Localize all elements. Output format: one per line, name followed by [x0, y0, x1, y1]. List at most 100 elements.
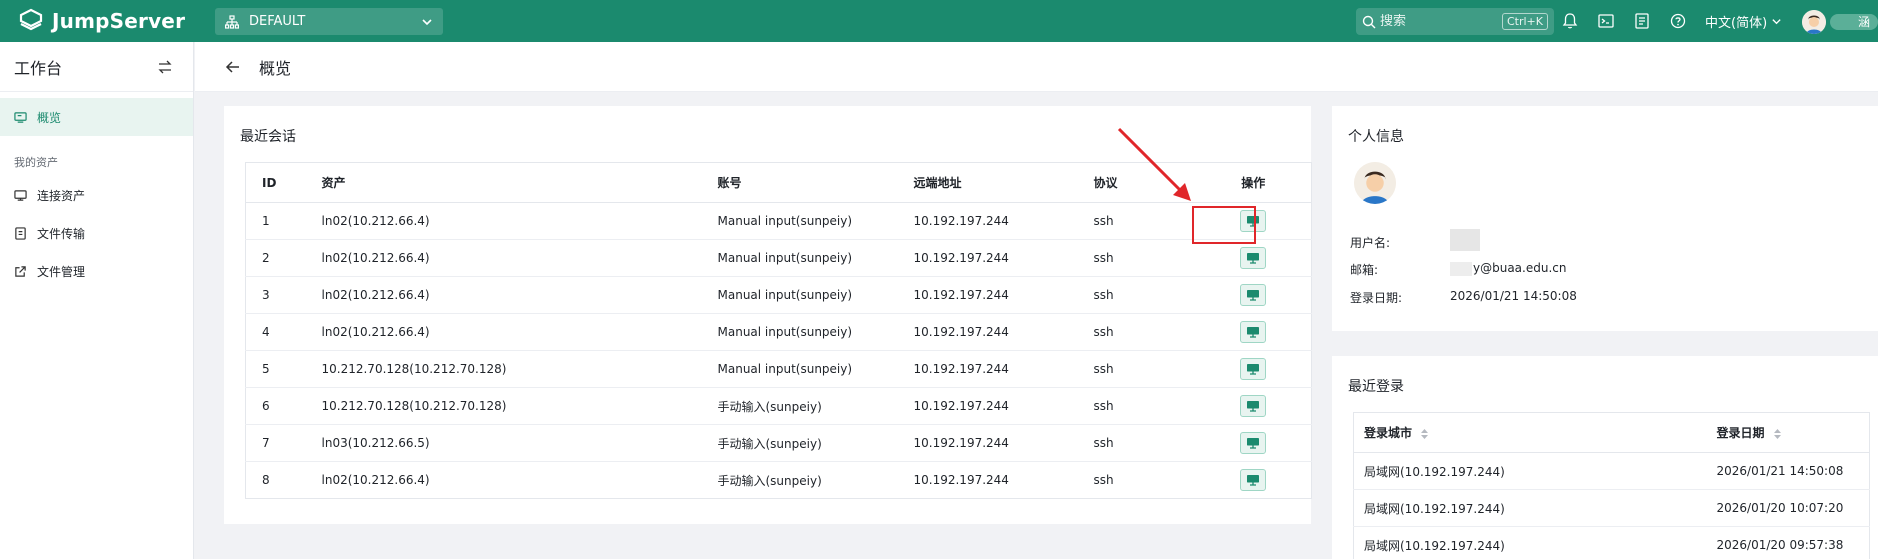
connect-button[interactable]: [1240, 395, 1267, 417]
session-protocol: ssh: [1077, 276, 1196, 314]
table-row: 局域网(10.192.197.244) 2026/01/20 10:07:20: [1353, 489, 1870, 527]
connect-button[interactable]: [1240, 321, 1267, 343]
connect-button[interactable]: [1240, 432, 1267, 454]
page-title: 概览: [259, 58, 292, 78]
highlight-box-annotation: [1192, 206, 1256, 244]
connect-button[interactable]: [1240, 284, 1267, 306]
sidebar-item-file-transfer[interactable]: 文件传输: [0, 214, 193, 252]
sidebar-group-label: 我的资产: [14, 156, 58, 169]
recent-sessions-title: 最近会话: [240, 129, 296, 145]
avatar-icon: [1354, 162, 1396, 204]
table-row: 8 ln02(10.212.66.4) 手动输入(sunpeiy) 10.192.19…: [246, 462, 1312, 499]
session-asset: ln02(10.212.66.4): [305, 276, 702, 314]
session-account: 手动输入(sunpeiy): [701, 387, 898, 425]
back-arrow-icon[interactable]: [225, 59, 241, 75]
login-date-value: 2026/01/21 14:50:08: [1450, 289, 1577, 303]
sidebar: 工作台 概览 我的资产 连接资产 文件传输 文件管理: [0, 42, 194, 559]
language-selector[interactable]: 中文(简体): [1705, 12, 1782, 31]
logo[interactable]: JumpServer: [18, 8, 185, 34]
ticket-list-icon[interactable]: [1633, 12, 1651, 30]
session-id: 7: [245, 424, 306, 462]
help-icon[interactable]: [1669, 12, 1687, 30]
session-protocol: ssh: [1077, 239, 1196, 277]
session-asset: 10.212.70.128(10.212.70.128): [305, 350, 702, 388]
session-protocol: ssh: [1077, 202, 1196, 240]
session-account: Manual input(sunpeiy): [701, 202, 898, 240]
sidebar-item-overview[interactable]: 概览: [0, 98, 193, 136]
email-label: 邮箱:: [1350, 263, 1379, 277]
session-remote-address: 10.192.197.244: [897, 424, 1078, 462]
table-row: 6 10.212.70.128(10.212.70.128) 手动输入(sunpei…: [245, 387, 1312, 425]
connect-button[interactable]: [1240, 469, 1267, 491]
session-remote-address: 10.192.197.244: [897, 202, 1078, 240]
top-bar: JumpServer DEFAULT Ctrl+K: [0, 0, 1878, 42]
session-action: [1195, 239, 1312, 277]
login-city: 局域网(10.192.197.244): [1353, 526, 1707, 559]
language-label: 中文(简体): [1705, 16, 1768, 31]
sort-icon[interactable]: [1773, 428, 1782, 440]
table-row: 3 ln02(10.212.66.4) Manual input(sunpeiy) 1…: [245, 276, 1312, 314]
session-account: 手动输入(sunpeiy): [701, 424, 898, 462]
monitor-icon: [14, 189, 27, 201]
user-name-redacted[interactable]: [1830, 14, 1878, 30]
bell-icon[interactable]: [1561, 12, 1579, 30]
external-link-icon: [15, 265, 26, 277]
col-login-city[interactable]: 登录城市: [1353, 412, 1707, 453]
session-action: [1195, 350, 1312, 388]
org-icon: [225, 14, 239, 29]
session-asset: ln03(10.212.66.5): [305, 424, 702, 462]
sidebar-item-label: 概览: [37, 110, 62, 125]
org-selector[interactable]: DEFAULT: [215, 8, 443, 35]
connect-button[interactable]: [1240, 358, 1267, 380]
col-account: 账号: [701, 162, 898, 203]
user-avatar[interactable]: [1802, 10, 1826, 34]
red-arrow-annotation: [1117, 127, 1191, 201]
monitor-icon: [1247, 475, 1260, 486]
username-label: 用户名:: [1350, 236, 1391, 250]
session-remote-address: 10.192.197.244: [897, 313, 1078, 351]
session-account: Manual input(sunpeiy): [701, 313, 898, 351]
search-shortcut: Ctrl+K: [1501, 13, 1548, 30]
session-account: Manual input(sunpeiy): [701, 239, 898, 277]
session-account: Manual input(sunpeiy): [701, 350, 898, 388]
monitor-icon: [1247, 401, 1260, 412]
username-redacted: [1450, 229, 1480, 251]
sidebar-item-label: 文件管理: [37, 264, 86, 279]
profile-title: 个人信息: [1348, 129, 1404, 145]
sidebar-item-connect-assets[interactable]: 连接资产: [0, 176, 193, 214]
table-row: 2 ln02(10.212.66.4) Manual input(sunpeiy) 1…: [245, 239, 1312, 277]
session-id: 5: [245, 350, 306, 388]
monitor-icon: [1247, 438, 1260, 449]
session-protocol: ssh: [1077, 387, 1196, 425]
connect-button[interactable]: [1240, 247, 1267, 269]
search-box[interactable]: Ctrl+K: [1356, 8, 1554, 35]
session-id: 2: [245, 239, 306, 277]
col-asset: 资产: [305, 162, 702, 203]
table-row: 局域网(10.192.197.244) 2026/01/21 14:50:08: [1353, 452, 1870, 490]
session-id: 1: [245, 202, 306, 240]
session-remote-address: 10.192.197.244: [897, 350, 1078, 388]
col-id: ID: [245, 162, 306, 203]
login-date-label: 登录日期:: [1350, 291, 1403, 305]
session-account: Manual input(sunpeiy): [701, 276, 898, 314]
monitor-icon: [1247, 290, 1260, 301]
avatar-icon: [1802, 10, 1826, 34]
chevron-down-icon: [1772, 19, 1781, 25]
session-action: [1195, 387, 1312, 425]
sidebar-item-label: 文件传输: [37, 226, 86, 241]
terminal-icon[interactable]: [1597, 12, 1615, 30]
sort-icon[interactable]: [1420, 428, 1429, 440]
session-account: 手动输入(sunpeiy): [717, 473, 822, 488]
switch-view-icon[interactable]: [157, 59, 173, 75]
session-asset: 10.212.70.128(10.212.70.128): [305, 387, 702, 425]
profile-email-row: 邮箱: y@buaa.edu.cn: [1350, 261, 1566, 278]
page-header: 概览: [195, 42, 1878, 92]
sidebar-item-label: 连接资产: [37, 188, 86, 203]
col-login-date[interactable]: 登录日期: [1706, 412, 1870, 453]
search-input[interactable]: [1380, 14, 1490, 29]
login-date: 2026/01/20 10:07:20: [1706, 489, 1870, 527]
session-action: [1195, 313, 1312, 351]
sidebar-item-file-manager[interactable]: 文件管理: [0, 252, 193, 290]
email-value: y@buaa.edu.cn: [1450, 261, 1566, 278]
org-name: DEFAULT: [249, 14, 306, 29]
